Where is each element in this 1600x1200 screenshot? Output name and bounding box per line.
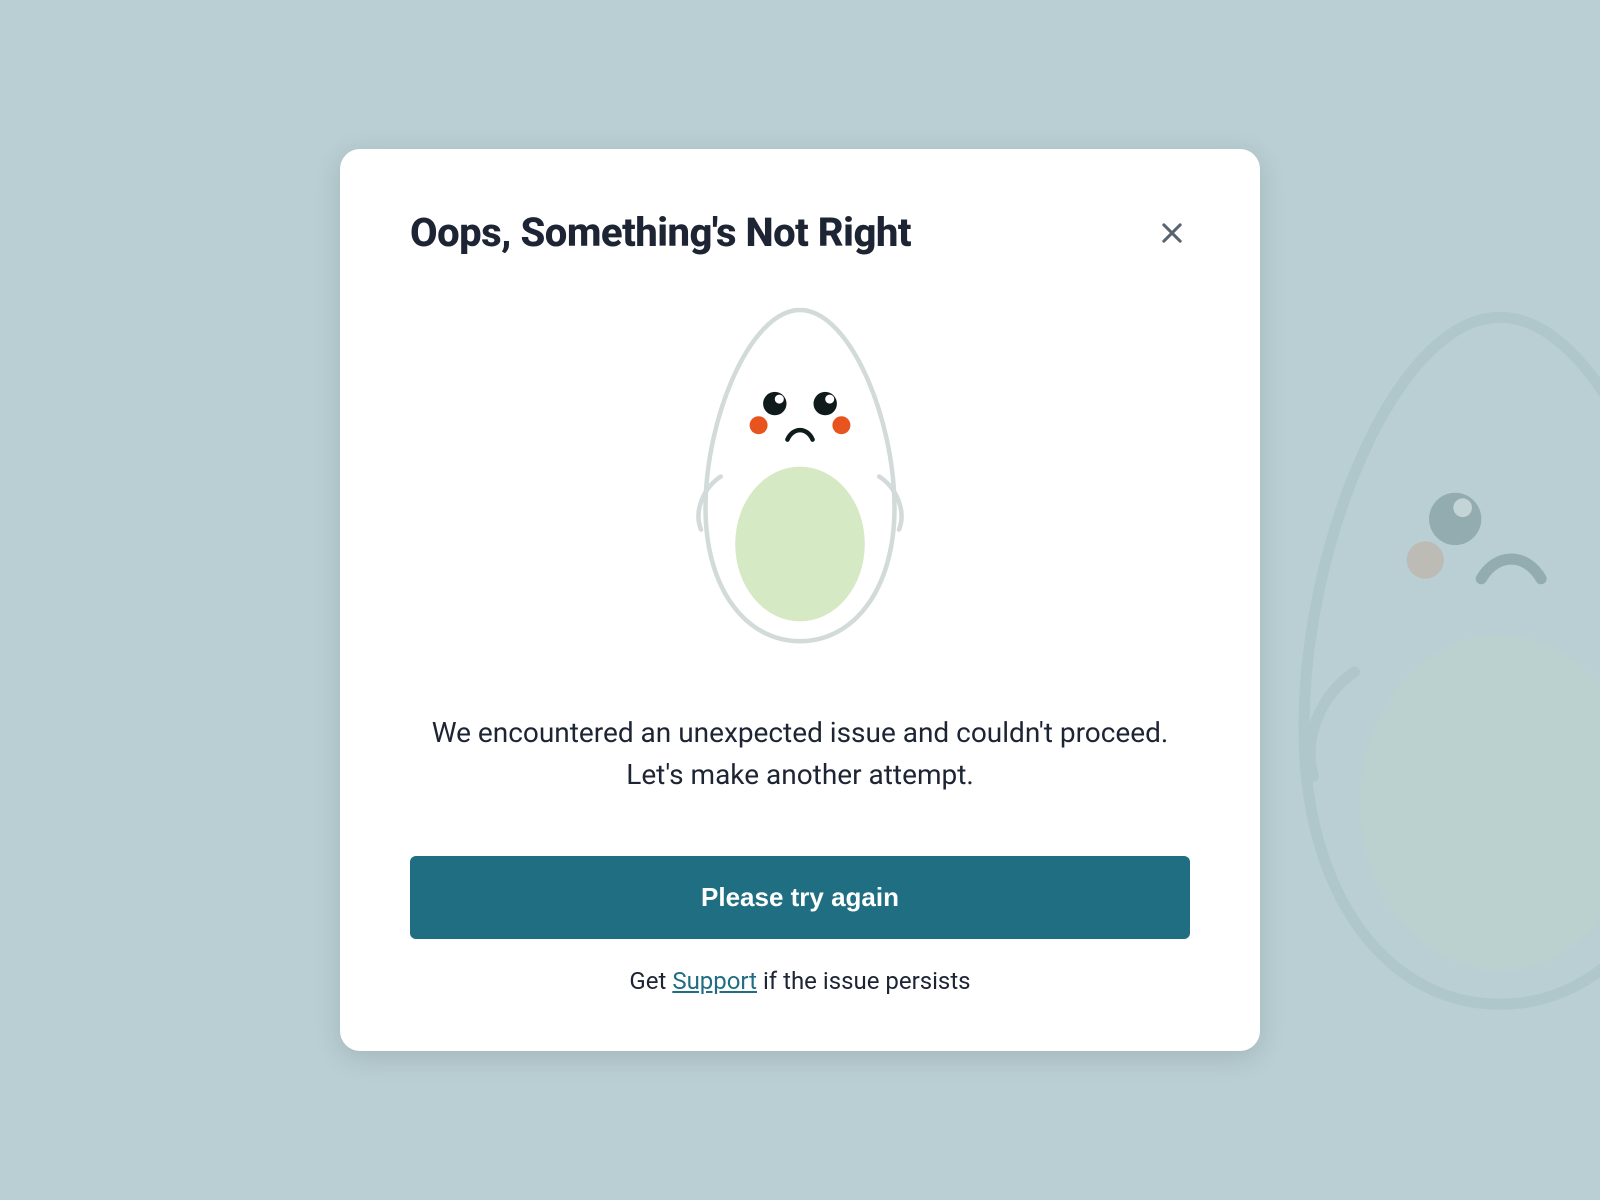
try-again-button[interactable]: Please try again (410, 856, 1190, 939)
support-line: Get Support if the issue persists (410, 967, 1190, 995)
support-suffix: if the issue persists (757, 967, 971, 995)
support-prefix: Get (629, 967, 672, 995)
close-icon (1158, 219, 1186, 247)
close-button[interactable] (1154, 215, 1190, 251)
modal-title: Oops, Something's Not Right (410, 209, 911, 256)
modal-header: Oops, Something's Not Right (410, 209, 1190, 256)
sad-avocado-icon (410, 292, 1190, 652)
support-link[interactable]: Support (672, 967, 757, 995)
modal-message: We encountered an unexpected issue and c… (410, 712, 1190, 796)
error-modal: Oops, Something's Not Right (340, 149, 1260, 1051)
background-avocado-icon (1220, 280, 1600, 1040)
